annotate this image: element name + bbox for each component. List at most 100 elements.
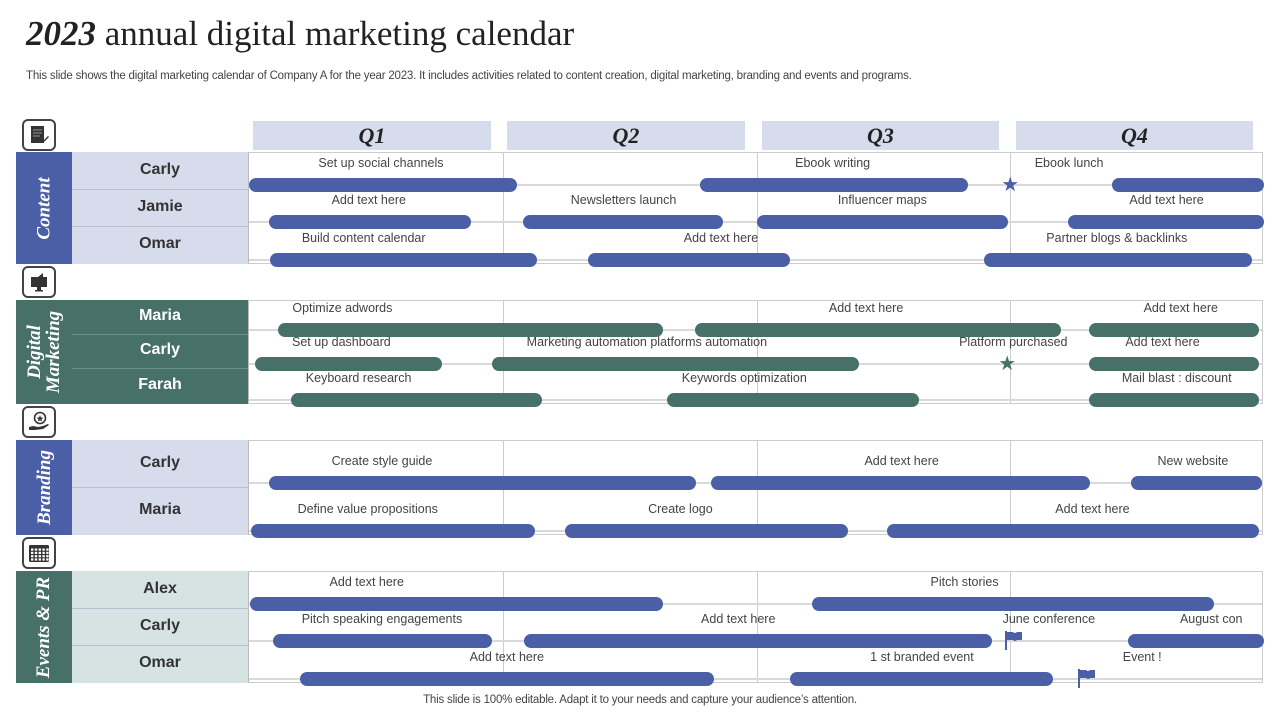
assignee-name: Carly [139,616,181,634]
section-label-text: Content [33,176,55,240]
activity-bar[interactable] [270,253,538,267]
quarter-header-q3: Q3 [762,121,999,150]
quarter-divider [1010,572,1011,682]
title-text: annual digital marketing calendar [96,14,575,53]
activity-bar[interactable] [812,597,1215,611]
activity-bar[interactable] [588,253,790,267]
activity-label: Ebook lunch [1034,156,1104,170]
section-digital-marketing: Digital Marketing Maria Carly Farah Optimize … [16,300,1263,407]
activity-label: Pitch speaking engagements [301,612,463,626]
activity-label: Add text here [329,575,404,589]
activity-bar[interactable] [251,524,536,538]
quarter-header-q4: Q4 [1016,121,1253,150]
section-icon-box-branding [22,406,56,438]
activity-bar[interactable] [255,357,442,371]
timeline-area: Set up social channels Ebook writing Ebook… [248,152,1264,267]
activity-label: Event ! [1122,650,1162,664]
quarter-divider [757,572,758,682]
activity-label: Create style guide [331,454,433,468]
activity-bar[interactable] [1068,215,1264,229]
section-icon-box-content [22,119,56,151]
activity-bar[interactable] [887,524,1259,538]
activity-bar[interactable] [667,393,919,407]
activity-label: June conference [1002,612,1096,626]
assignee-name: Maria [139,307,181,324]
activity-bar[interactable] [524,634,992,648]
activity-label: Add text here [1129,193,1204,207]
activity-bar[interactable] [491,357,859,371]
activity-label: Pitch stories [930,575,999,589]
activity-label: Keywords optimization [681,371,807,385]
activity-label: Set up social channels [318,156,444,170]
assignee-name: Alex [143,579,177,597]
activity-label: Add text here [331,193,406,207]
activity-bar[interactable] [249,178,517,192]
milestone-flag-icon [1076,667,1098,689]
activity-bar[interactable] [756,215,1009,229]
section-label-text: Events & PR [33,576,55,678]
assignee-column: Maria Carly Farah [72,300,248,404]
activity-label: Add text here [683,231,759,245]
milestone-star-icon: ★ [998,353,1017,375]
activity-bar[interactable] [789,672,1053,686]
activity-label: Newsletters launch [570,193,677,207]
assignee-name: Omar [139,654,181,671]
section-label: Branding [16,440,72,535]
activity-bar[interactable] [290,393,543,407]
row-separator [72,608,248,609]
milestone-star-icon: ★ [1001,174,1020,196]
activity-bar[interactable] [1089,393,1259,407]
row-separator [72,189,248,190]
quarter-divider [1010,153,1011,263]
activity-label: Add text here [1143,301,1218,315]
row-separator [72,645,248,646]
footer-note: This slide is 100% editable. Adapt it to… [423,694,857,706]
activity-label: Set up dashboard [292,335,391,349]
activity-bar[interactable] [983,253,1252,267]
assignee-column: Alex Carly Omar [72,571,248,683]
activity-bar[interactable] [1089,357,1259,371]
activity-bar[interactable] [1127,634,1264,648]
timeline-area: Create style guide Add text here New websi… [248,440,1263,538]
activity-bar[interactable] [269,215,472,229]
section-icon-box-digital-marketing [22,266,56,298]
activity-label: August con [1179,612,1243,626]
row-separator [72,368,248,369]
quarter-header-q1: Q1 [253,121,491,150]
activity-label: 1 st branded event [870,650,974,664]
section-label: Content [16,152,72,264]
row-separator [72,226,248,227]
section-icon-box-events-pr [22,537,56,569]
activity-bar[interactable] [523,215,723,229]
timeline-area: Optimize adwords Add text here Add text he… [248,300,1263,407]
page-subtitle: This slide shows the digital marketing c… [26,70,912,82]
quarter-divider [757,301,758,403]
activity-label: Partner blogs & backlinks [1046,231,1188,245]
activity-bar[interactable] [250,597,664,611]
quarter-divider [757,153,758,263]
activity-bar[interactable] [1111,178,1264,192]
section-label-text: Digital Marketing [24,310,65,394]
activity-label: Define value propositions [297,502,438,516]
activity-label: Add text here [469,650,544,664]
activity-bar[interactable] [1131,476,1262,490]
assignee-column: Carly Jamie Omar [72,152,248,264]
assignee-name: Carly [139,341,181,358]
activity-bar[interactable] [269,476,696,490]
activity-label: Add text here [864,454,939,468]
activity-bar[interactable] [273,634,492,648]
activity-label: Marketing automation platforms automatio… [526,335,768,349]
assignee-name: Omar [139,235,181,252]
section-label: Events & PR [16,571,72,683]
section-label: Digital Marketing [16,300,72,404]
milestone-flag-icon [1003,629,1025,651]
activity-bar[interactable] [710,476,1091,490]
activity-bar[interactable] [299,672,714,686]
monitor-megaphone-icon [28,271,50,293]
activity-bar[interactable] [564,524,848,538]
activity-label: Mail blast : discount [1121,371,1232,385]
document-edit-icon [28,124,50,146]
activity-label: Platform purchased [959,335,1068,349]
activity-bar[interactable] [699,178,968,192]
activity-label: Add text here [828,301,904,315]
